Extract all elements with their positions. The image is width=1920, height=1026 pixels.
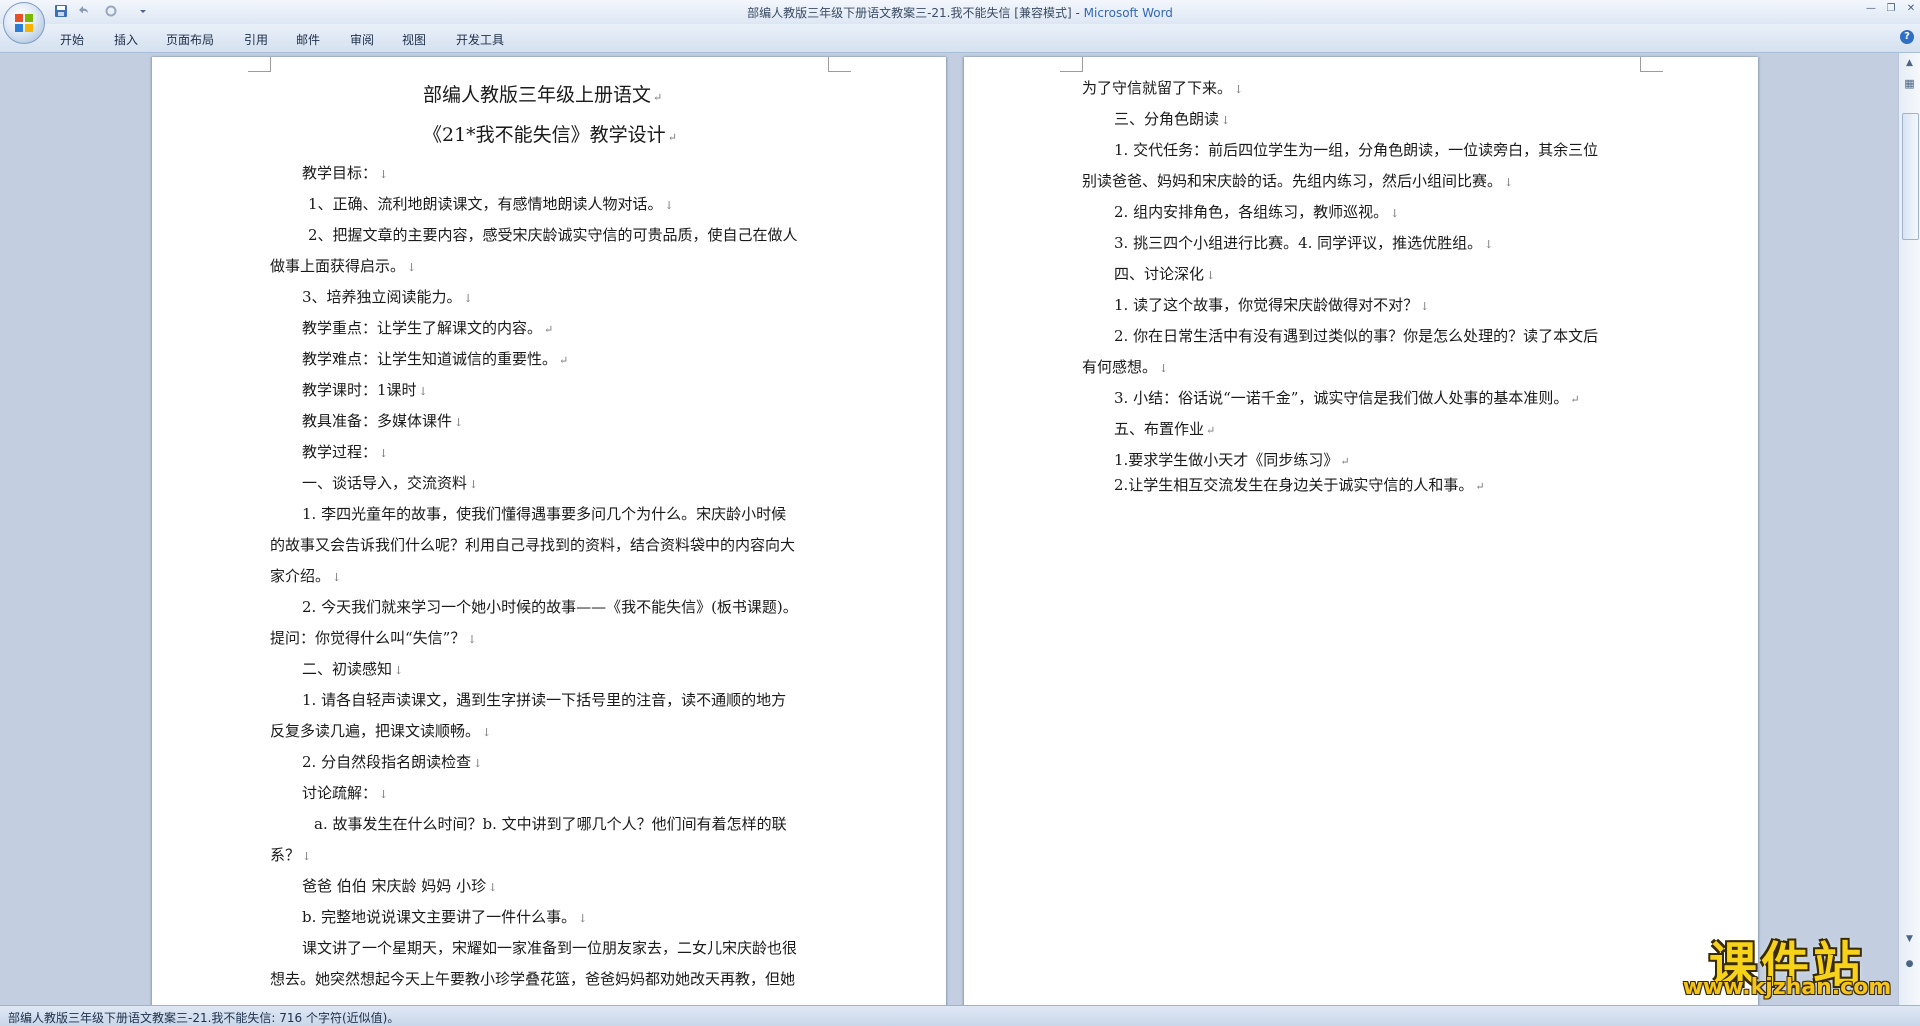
- paragraph-line: 1. 读了这个故事，你觉得宋庆龄做得对不对？ ↓: [1114, 296, 1430, 314]
- paragraph-line: 2. 组内安排角色，各组练习，教师巡视。 ↓: [1114, 203, 1400, 221]
- page-title-line-2: 《21*我不能失信》教学设计 ↵: [423, 124, 677, 146]
- margin-crop-mark: [248, 57, 271, 72]
- paragraph-line: 3、培养独立阅读能力。 ↓: [302, 288, 473, 306]
- paragraph-line: 二、初读感知 ↓: [302, 660, 404, 678]
- paragraph-line: a. 故事发生在什么时间？b. 文中讲到了哪几个人？他们间有着怎样的联: [314, 815, 787, 833]
- help-icon[interactable]: ?: [1900, 30, 1914, 44]
- tab-mailings[interactable]: 邮件: [296, 31, 320, 48]
- paragraph-line: 1. 交代任务：前后四位学生为一组，分角色朗读，一位读旁白，其余三位: [1114, 141, 1599, 159]
- paragraph-line: 1、正确、流利地朗读课文，有感情地朗读人物对话。 ↓: [308, 195, 674, 213]
- paragraph-line: 2. 分自然段指名朗读检查 ↓: [302, 753, 483, 771]
- paragraph-line: 1. 李四光童年的故事，使我们懂得遇事要多问几个为什么。宋庆龄小时候: [302, 505, 787, 523]
- tab-developer[interactable]: 开发工具: [456, 31, 504, 48]
- paragraph-line: 三、分角色朗读 ↓: [1114, 110, 1231, 128]
- paragraph-line: 2、把握文章的主要内容，感受宋庆龄诚实守信的可贵品质，使自己在做人: [308, 226, 798, 244]
- paragraph-line: 一、谈话导入，交流资料 ↓: [302, 474, 479, 492]
- office-button[interactable]: [3, 2, 45, 44]
- paragraph-line: 3. 挑三四个小组进行比赛。4. 同学评议，推选优胜组。 ↓: [1114, 234, 1494, 252]
- scroll-up-icon[interactable]: ▲: [1903, 57, 1916, 70]
- document-page-2[interactable]: 为了守信就留了下来。 ↓ 三、分角色朗读 ↓ 1. 交代任务：前后四位学生为一组，分…: [964, 57, 1758, 1005]
- tab-view[interactable]: 视图: [402, 31, 426, 48]
- status-bar: 部编人教版三年级下册语文教案三-21.我不能失信: 716 个字符(近似值)。: [0, 1005, 1920, 1026]
- paragraph-line: 为了守信就留了下来。 ↓: [1082, 79, 1244, 97]
- minimize-icon[interactable]: —: [1864, 3, 1878, 15]
- paragraph-line: 教学课时：1课时 ↓: [302, 381, 428, 399]
- vertical-scrollbar[interactable]: ▲ ▦ ▼ ●: [1898, 53, 1920, 1005]
- tab-page-layout[interactable]: 页面布局: [166, 31, 214, 48]
- paragraph-line: 教学重点：让学生了解课文的内容。 ↵: [302, 319, 554, 337]
- paragraph-line: 教学过程： ↓: [302, 443, 389, 461]
- paragraph-line: 爸爸 伯伯 宋庆龄 妈妈 小珍 ↓: [302, 877, 498, 895]
- paragraph-line: 教具准备：多媒体课件 ↓: [302, 412, 464, 430]
- margin-crop-mark: [1640, 57, 1663, 72]
- paragraph-line: 五、布置作业 ↵: [1114, 420, 1216, 438]
- paragraph-line: 2.让学生相互交流发生在身边关于诚实守信的人和事。 ↵: [1114, 476, 1485, 494]
- paragraph-line: 想去。她突然想起今天上午要教小珍学叠花篮，爸爸妈妈都劝她改天再教，但她: [270, 970, 796, 988]
- paragraph-line: 做事上面获得启示。 ↓: [270, 257, 417, 275]
- maximize-icon[interactable]: ❐: [1884, 3, 1898, 15]
- margin-crop-mark: [828, 57, 851, 72]
- window-title-text: 部编人教版三年级下册语文教案三-21.我不能失信 [兼容模式] -: [747, 6, 1084, 20]
- window-title: 部编人教版三年级下册语文教案三-21.我不能失信 [兼容模式] - Micros…: [0, 4, 1920, 21]
- paragraph-line: b. 完整地说说课文主要讲了一件什么事。 ↓: [302, 908, 588, 926]
- paragraph-line: 讨论疏解： ↓: [302, 784, 389, 802]
- status-text: 部编人教版三年级下册语文教案三-21.我不能失信: 716 个字符(近似值)。: [8, 1011, 400, 1025]
- close-icon[interactable]: ✕: [1904, 3, 1918, 15]
- paragraph-line: 2. 你在日常生活中有没有遇到过类似的事？你是怎么处理的？读了本文后: [1114, 327, 1599, 345]
- scrollbar-thumb[interactable]: [1902, 113, 1919, 240]
- office-button-icon: [15, 14, 33, 32]
- ruler-toggle-icon[interactable]: ▦: [1903, 77, 1916, 90]
- tab-home[interactable]: 开始: [60, 31, 84, 48]
- paragraph-line: 反复多读几遍，把课文读顺畅。 ↓: [270, 722, 492, 740]
- tab-insert[interactable]: 插入: [114, 31, 138, 48]
- watermark-logo: 课件站 www.kjzhan.com: [1668, 925, 1906, 1003]
- watermark-url: www.kjzhan.com: [1682, 975, 1892, 1000]
- paragraph-line: 的故事又会告诉我们什么呢？利用自己寻找到的资料，结合资料袋中的内容向大: [270, 536, 796, 554]
- paragraph-line: 有何感想。 ↓: [1082, 358, 1169, 376]
- page-title-line-1: 部编人教版三年级上册语文 ↵: [423, 84, 663, 106]
- paragraph-line: 3. 小结：俗话说“一诺千金”，诚实守信是我们做人处事的基本准则。 ↵: [1114, 389, 1580, 407]
- margin-crop-mark: [1060, 57, 1083, 72]
- paragraph-line: 课文讲了一个星期天，宋耀如一家准备到一位朋友家去，二女儿宋庆龄也很: [302, 939, 798, 957]
- ribbon-tab-bar: 开始 插入 页面布局 引用 邮件 审阅 视图 开发工具 ?: [0, 24, 1920, 53]
- paragraph-line: 2. 今天我们就来学习一个她小时候的故事——《我不能失信》(板书课题)。: [302, 598, 798, 616]
- paragraph-line: 教学目标： ↓: [302, 164, 389, 182]
- paragraph-line: 系？ ↓: [270, 846, 312, 864]
- app-name: Microsoft Word: [1083, 6, 1173, 20]
- paragraph-line: 1. 请各自轻声读课文，遇到生字拼读一下括号里的注音，读不通顺的地方: [302, 691, 787, 709]
- tab-references[interactable]: 引用: [244, 31, 268, 48]
- paragraph-line: 1.要求学生做小天才《同步练习》 ↵: [1114, 451, 1350, 469]
- paragraph-line: 提问：你觉得什么叫“失信”？ ↓: [270, 629, 477, 647]
- title-bar: 部编人教版三年级下册语文教案三-21.我不能失信 [兼容模式] - Micros…: [0, 0, 1920, 44]
- paragraph-line: 教学难点：让学生知道诚信的重要性。 ↵: [302, 350, 569, 368]
- tab-review[interactable]: 审阅: [350, 31, 374, 48]
- paragraph-line: 家介绍。 ↓: [270, 567, 342, 585]
- paragraph-line: 四、讨论深化 ↓: [1114, 265, 1216, 283]
- document-area: 部编人教版三年级上册语文 ↵ 《21*我不能失信》教学设计 ↵ 教学目标： ↓ 1、正…: [0, 53, 1898, 1005]
- document-page-1[interactable]: 部编人教版三年级上册语文 ↵ 《21*我不能失信》教学设计 ↵ 教学目标： ↓ 1、正…: [152, 57, 946, 1005]
- paragraph-line: 别读爸爸、妈妈和宋庆龄的话。先组内练习，然后小组间比赛。 ↓: [1082, 172, 1514, 190]
